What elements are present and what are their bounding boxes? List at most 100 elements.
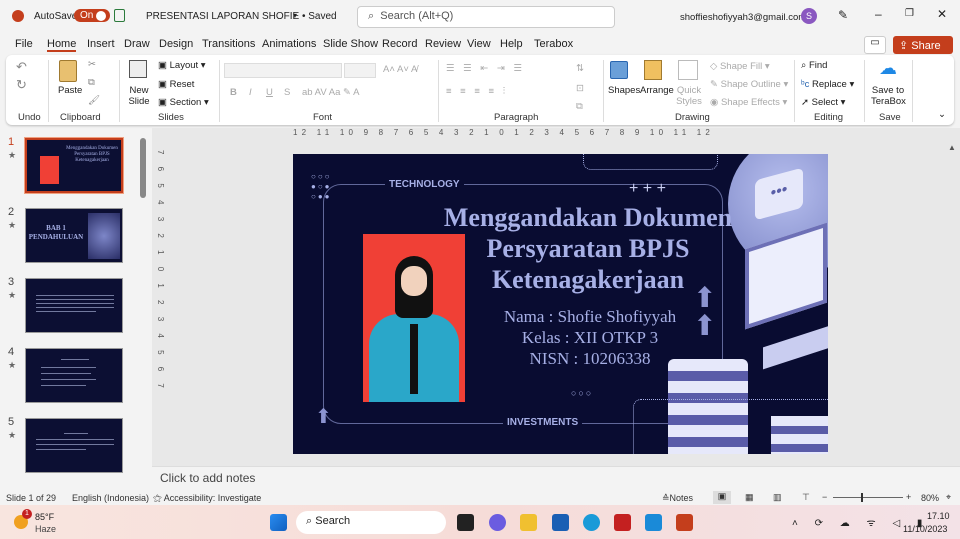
font-size-select[interactable] xyxy=(344,63,376,78)
zoom-out-button[interactable]: − xyxy=(822,492,827,502)
shapes-icon[interactable] xyxy=(610,61,628,79)
text-direction-icon[interactable]: ⇅ xyxy=(576,63,584,74)
section-button[interactable]: ▣ Section ▾ xyxy=(158,97,209,108)
quick-styles-icon[interactable] xyxy=(678,60,698,80)
italic-button[interactable]: I xyxy=(249,87,252,98)
thumbnail-scrollbar[interactable] xyxy=(140,138,146,198)
copy-icon[interactable]: ⧉ xyxy=(88,77,95,88)
slide-canvas[interactable]: ○○○ ●○● ○●● TECHNOLOGY + + + Menggandakan … xyxy=(293,154,828,454)
tab-home[interactable]: Home xyxy=(47,38,77,52)
file-explorer-icon[interactable] xyxy=(520,514,537,531)
tab-insert[interactable]: Insert xyxy=(87,38,115,50)
collapse-ribbon-icon[interactable]: ⌄ xyxy=(938,109,946,120)
tab-transitions[interactable]: Transitions xyxy=(202,38,255,50)
tab-terabox[interactable]: Terabox xyxy=(534,38,573,50)
tab-design[interactable]: Design xyxy=(159,38,193,50)
new-slide-icon[interactable] xyxy=(129,60,147,78)
tab-animations[interactable]: Animations xyxy=(262,38,316,50)
l-app-icon[interactable] xyxy=(645,514,662,531)
layout-button[interactable]: ▣ Layout ▾ xyxy=(158,60,206,71)
zoom-slider[interactable] xyxy=(833,497,903,498)
shadow-button[interactable]: S xyxy=(284,87,290,98)
editor-scroll-up-icon[interactable]: ▲ xyxy=(948,143,956,152)
accessibility-checker[interactable]: ⚝ Accessibility: Investigate xyxy=(153,493,261,504)
reading-view-button[interactable]: ▥ xyxy=(773,492,782,503)
slide-thumbnail-5[interactable] xyxy=(25,418,123,473)
restore-button[interactable]: ❐ xyxy=(905,8,914,19)
autosave-toggle[interactable]: On xyxy=(74,9,111,22)
windows-start-icon[interactable] xyxy=(270,514,287,531)
arrange-button[interactable]: Arrange xyxy=(640,85,674,96)
powerpoint-taskbar-icon[interactable] xyxy=(676,514,693,531)
paste-icon[interactable] xyxy=(59,60,77,82)
format-painter-icon[interactable]: 🖌 xyxy=(88,95,100,106)
underline-button[interactable]: U xyxy=(266,87,273,98)
new-slide-button[interactable]: New Slide xyxy=(126,85,152,107)
slide-thumbnail-3[interactable] xyxy=(25,278,123,333)
teams-icon[interactable] xyxy=(489,514,506,531)
zoom-level[interactable]: 80% xyxy=(921,493,939,503)
save-to-terabox-button[interactable]: Save to TeraBox xyxy=(871,85,906,107)
slide-thumbnail-1[interactable]: Menggandakan Dokumen Persyaratan BPJS Ke… xyxy=(24,137,124,194)
minimize-button[interactable]: – xyxy=(875,7,882,21)
shape-fill-button[interactable]: ◇ Shape Fill ▾ xyxy=(710,61,770,72)
reset-button[interactable]: ▣ Reset xyxy=(158,79,194,90)
smartart-icon[interactable]: ⧉ xyxy=(576,101,583,112)
clock-date[interactable]: 11/10/2023 xyxy=(903,524,947,534)
shape-effects-button[interactable]: ◉ Shape Effects ▾ xyxy=(710,97,787,108)
redo-button[interactable]: ↻ xyxy=(16,77,27,93)
undo-button[interactable]: ↶ xyxy=(16,59,27,75)
terabox-cloud-icon[interactable]: ☁ xyxy=(879,58,897,79)
grow-font-icon[interactable]: A˄ A˅ A̸ xyxy=(383,64,417,75)
normal-view-button[interactable]: ▣ xyxy=(713,491,731,504)
zoom-in-button[interactable]: + xyxy=(906,492,911,502)
tab-review[interactable]: Review xyxy=(425,38,461,50)
slideshow-button[interactable]: ⊤ xyxy=(802,492,810,503)
slide-sorter-button[interactable]: ▦ xyxy=(745,492,754,503)
pen-icon[interactable]: ✎ xyxy=(838,8,848,22)
list-buttons[interactable]: ☰ ☰ ⇤ ⇥ ☰ xyxy=(446,63,525,74)
tab-view[interactable]: View xyxy=(467,38,491,50)
share-button[interactable]: ⇪ Share xyxy=(893,36,953,54)
store-icon[interactable] xyxy=(552,514,569,531)
document-title[interactable]: PRESENTASI LAPORAN SHOFIE • Saved xyxy=(146,11,337,22)
quick-styles-button[interactable]: Quick Styles xyxy=(674,85,704,107)
task-view-icon[interactable] xyxy=(457,514,474,531)
find-button[interactable]: ⌕ Find xyxy=(801,60,827,71)
align-text-icon[interactable]: ⊡ xyxy=(576,83,584,94)
shapes-button[interactable]: Shapes xyxy=(608,85,640,96)
shape-outline-button[interactable]: ✎ Shape Outline ▾ xyxy=(710,79,788,90)
align-buttons[interactable]: ≡ ≡ ≡ ≡ ⫶ xyxy=(446,86,508,97)
select-button[interactable]: ➚ Select ▾ xyxy=(801,97,845,108)
search-box[interactable]: ⌕ Search (Alt+Q) xyxy=(357,6,615,28)
weather-desc[interactable]: Haze xyxy=(35,524,56,534)
title-chevron-icon[interactable]: ▾ xyxy=(293,11,297,20)
tab-file[interactable]: File xyxy=(15,38,33,50)
replace-button[interactable]: ᵇc Replace ▾ xyxy=(801,79,854,90)
tab-slide-show[interactable]: Slide Show xyxy=(323,38,378,50)
slide-thumbnail-4[interactable] xyxy=(25,348,123,403)
clock-time[interactable]: 17.10 xyxy=(927,511,950,521)
font-family-select[interactable] xyxy=(224,63,342,78)
taskbar-search[interactable]: ⌕ Search xyxy=(296,511,446,534)
weather-temp[interactable]: 85°F xyxy=(35,512,54,522)
zoom-slider-thumb[interactable] xyxy=(861,493,863,502)
paste-button[interactable]: Paste xyxy=(58,85,82,96)
account-email[interactable]: shoffieshofiyyah3@gmail.com xyxy=(680,12,806,23)
notes-toggle[interactable]: ≙Notes xyxy=(662,493,693,504)
notes-pane[interactable]: Click to add notes xyxy=(152,466,960,488)
arrange-icon[interactable] xyxy=(644,60,662,80)
edge-icon[interactable] xyxy=(583,514,600,531)
slide-thumbnail-2[interactable]: BAB 1 PENDAHULUAN xyxy=(25,208,123,263)
comments-button[interactable]: ▭ xyxy=(864,36,886,54)
mcafee-icon[interactable] xyxy=(614,514,631,531)
tab-help[interactable]: Help xyxy=(500,38,523,50)
close-button[interactable]: ✕ xyxy=(937,7,947,21)
fit-slide-icon[interactable]: ⌖ xyxy=(946,492,951,503)
save-icon[interactable] xyxy=(114,9,125,22)
language-indicator[interactable]: English (Indonesia) xyxy=(72,493,149,503)
tab-draw[interactable]: Draw xyxy=(124,38,150,50)
bold-button[interactable]: B xyxy=(230,87,237,98)
cut-icon[interactable]: ✂ xyxy=(88,59,96,70)
avatar[interactable]: S xyxy=(801,8,817,24)
